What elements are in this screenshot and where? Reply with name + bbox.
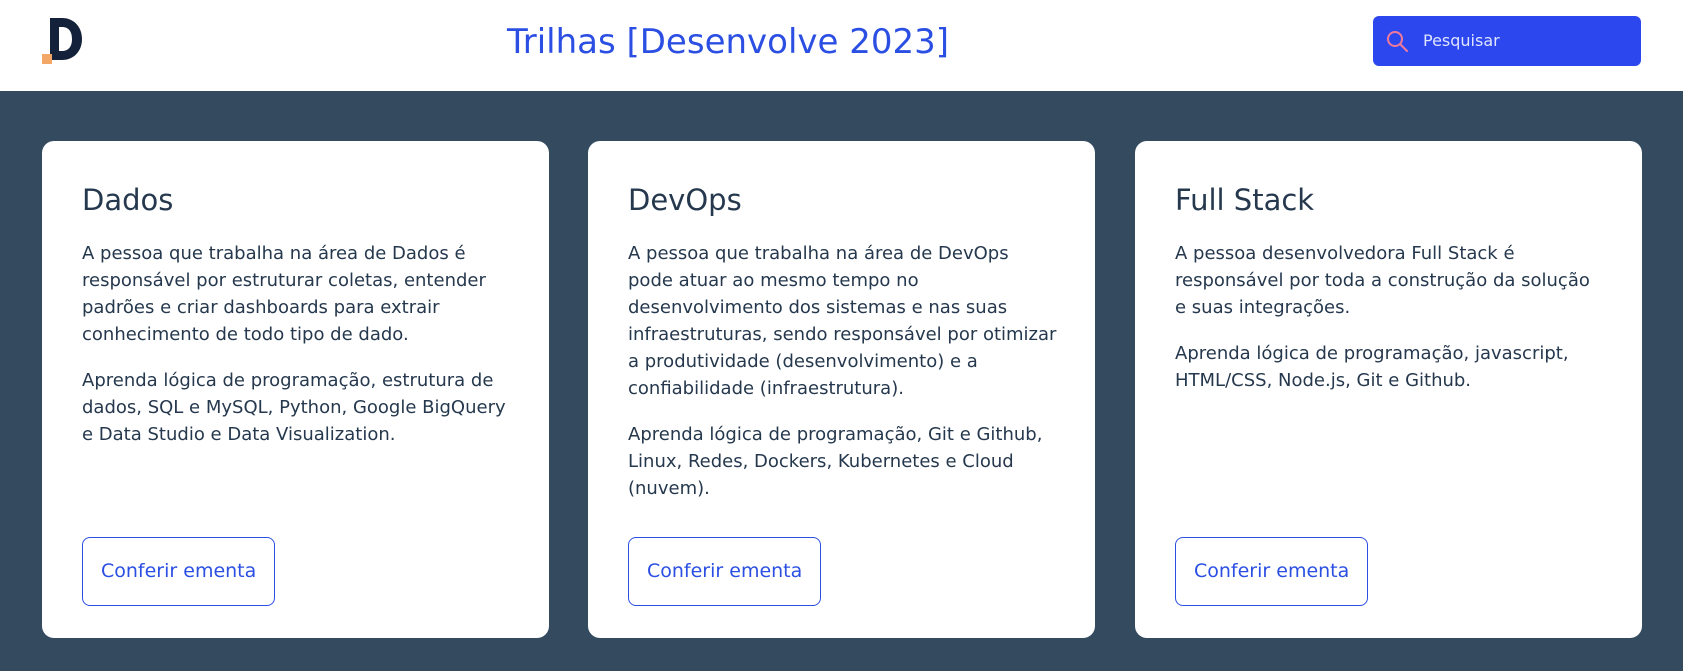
search-icon bbox=[1385, 29, 1409, 53]
card-topics: Aprenda lógica de programação, Git e Git… bbox=[628, 424, 1043, 499]
track-card-full-stack: Full Stack A pessoa desenvolvedora Full … bbox=[1135, 141, 1642, 638]
card-title: DevOps bbox=[628, 183, 742, 217]
conferir-ementa-button[interactable]: Conferir ementa bbox=[82, 537, 276, 606]
conferir-ementa-button[interactable]: Conferir ementa bbox=[1175, 537, 1369, 606]
track-card-dados: Dados A pessoa que trabalha na área de D… bbox=[42, 141, 549, 638]
top-header: Trilhas [Desenvolve 2023] Pesquisar bbox=[0, 0, 1683, 91]
card-topics: Aprenda lógica de programação, javascrip… bbox=[1175, 343, 1569, 391]
search-input[interactable]: Pesquisar bbox=[1423, 16, 1500, 66]
conferir-ementa-button[interactable]: Conferir ementa bbox=[628, 537, 822, 606]
card-description: A pessoa desenvolvedora Full Stack é res… bbox=[1175, 243, 1590, 318]
page-title: Trilhas [Desenvolve 2023] bbox=[506, 22, 950, 62]
card-topics: Aprenda lógica de programação, estrutura… bbox=[82, 370, 506, 445]
card-title: Dados bbox=[82, 183, 174, 217]
card-title: Full Stack bbox=[1175, 183, 1315, 217]
card-description: A pessoa que trabalha na área de Dados é… bbox=[82, 243, 486, 345]
search-box[interactable]: Pesquisar bbox=[1373, 16, 1641, 66]
track-card-devops: DevOps A pessoa que trabalha na área de … bbox=[588, 141, 1095, 638]
card-description: A pessoa que trabalha na área de DevOps … bbox=[628, 243, 1057, 399]
